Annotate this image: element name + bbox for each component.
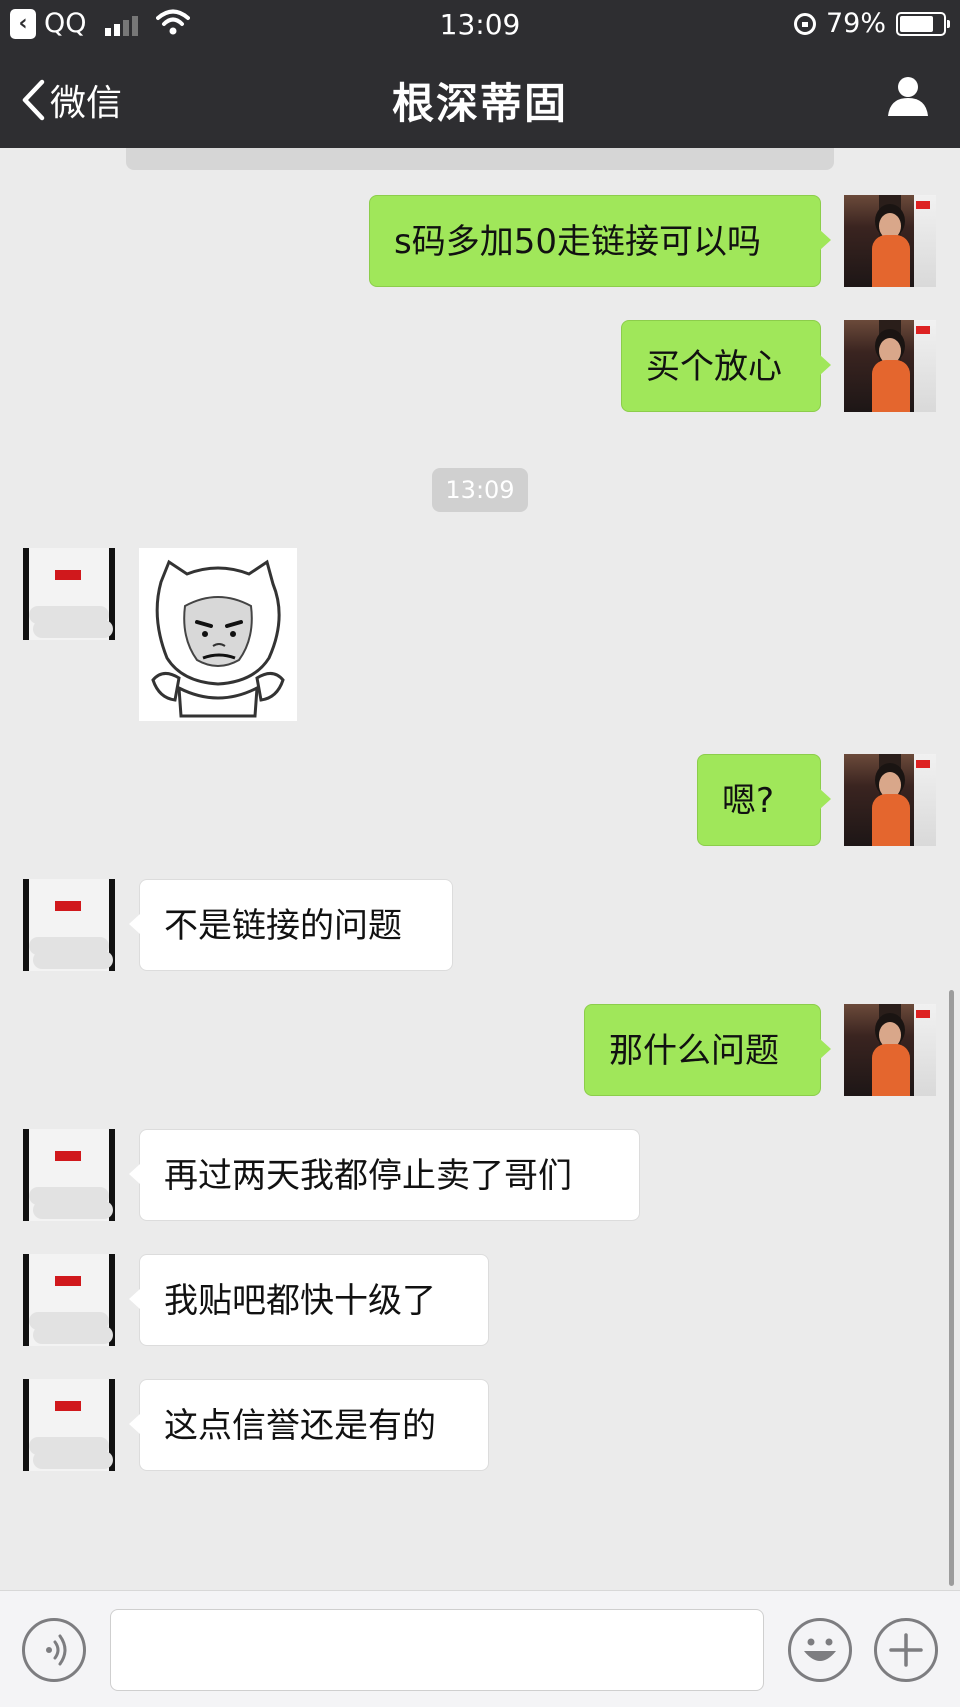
message-bubble-sent[interactable]: 嗯? — [697, 754, 831, 846]
message-text: 买个放心 — [646, 347, 782, 387]
message-bubble-received[interactable]: 这点信誉还是有的 — [129, 1379, 489, 1471]
more-button[interactable] — [874, 1618, 938, 1682]
contact-avatar[interactable] — [23, 879, 115, 971]
message-input[interactable] — [110, 1609, 764, 1691]
message-text: 嗯? — [722, 781, 775, 821]
message-bubble-sent[interactable]: 那什么问题 — [584, 1004, 831, 1096]
message-text: 这点信誉还是有的 — [164, 1406, 436, 1446]
emoji-button[interactable] — [788, 1618, 852, 1682]
my-avatar[interactable] — [844, 195, 936, 287]
message-bubble-received[interactable]: 再过两天我都停止卖了哥们 — [129, 1129, 640, 1221]
nav-bar: 微信 根深蒂固 — [0, 48, 960, 148]
my-avatar[interactable] — [844, 320, 936, 412]
emoji-icon — [804, 1638, 836, 1661]
message-bubble-received[interactable]: 不是链接的问题 — [129, 879, 453, 971]
partial-notice — [126, 148, 834, 170]
message-text: 我贴吧都快十级了 — [164, 1281, 436, 1321]
chat-title: 根深蒂固 — [391, 79, 568, 128]
battery-icon — [896, 11, 950, 36]
message-list[interactable]: s码多加50走链接可以吗 买个放心 13:09 嗯? 不是链接的问题 那什么问题… — [0, 148, 960, 1590]
message-text: 不是链接的问题 — [164, 906, 402, 946]
status-bar: ‹ QQ 13:09 79% — [0, 0, 960, 48]
message-bubble-received[interactable]: 我贴吧都快十级了 — [129, 1254, 489, 1346]
battery-level-fill — [900, 15, 933, 32]
contact-avatar[interactable] — [23, 1254, 115, 1346]
message-text: 那什么问题 — [609, 1031, 779, 1071]
face-meme-sticker-icon — [151, 559, 285, 718]
time-divider: 13:09 — [432, 468, 528, 512]
profile-button[interactable] — [886, 74, 930, 122]
face-meme-sticker[interactable] — [139, 548, 297, 721]
contact-avatar[interactable] — [23, 1129, 115, 1221]
input-bar — [0, 1590, 960, 1707]
message-bubble-sent[interactable]: s码多加50走链接可以吗 — [369, 195, 831, 287]
rotation-lock-icon — [793, 12, 816, 35]
message-text: 再过两天我都停止卖了哥们 — [164, 1156, 572, 1196]
battery-percent: 79% — [825, 8, 886, 39]
plus-icon — [889, 1633, 923, 1667]
profile-icon — [888, 77, 928, 116]
message-bubble-sent[interactable]: 买个放心 — [621, 320, 831, 412]
my-avatar[interactable] — [844, 754, 936, 846]
message-text: s码多加50走链接可以吗 — [394, 222, 761, 262]
contact-avatar[interactable] — [23, 1379, 115, 1471]
scrollbar[interactable] — [949, 990, 954, 1586]
voice-icon — [46, 1634, 67, 1666]
contact-avatar[interactable] — [23, 548, 115, 640]
voice-button[interactable] — [22, 1618, 86, 1682]
my-avatar[interactable] — [844, 1004, 936, 1096]
